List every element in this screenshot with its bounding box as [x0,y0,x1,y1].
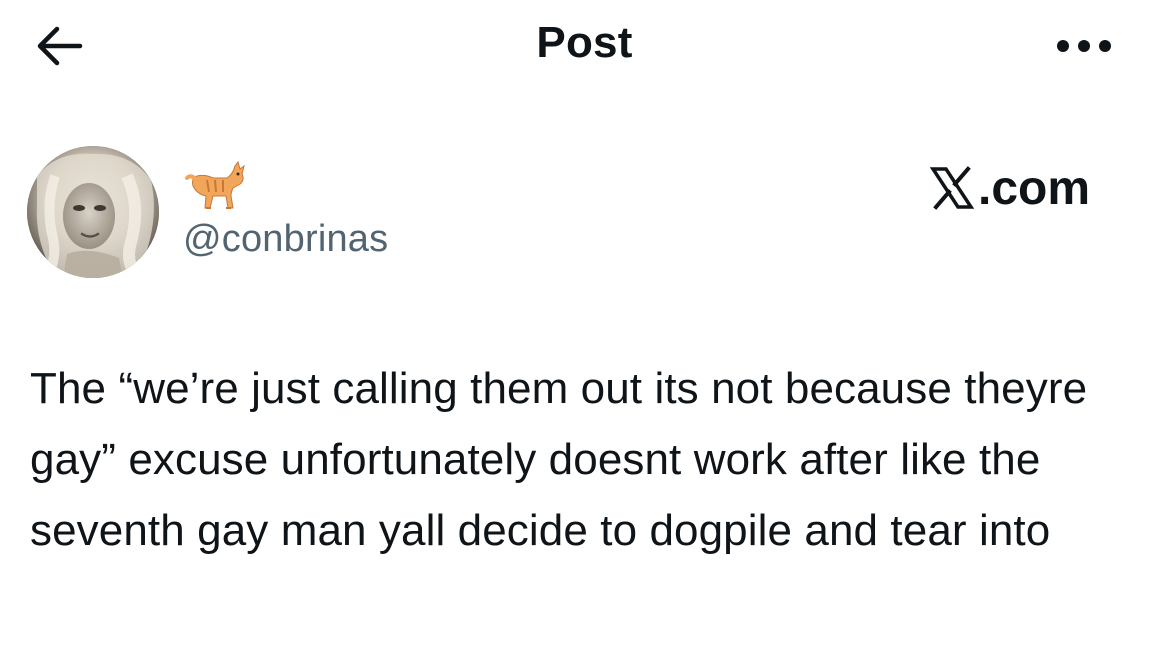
avatar[interactable] [27,146,159,278]
author-handle[interactable]: @conbrinas [183,218,388,261]
post-text: The “we’re just calling them out its not… [30,364,1088,555]
cat-emoji [185,160,245,209]
page-title: Post [536,18,633,67]
x-logo-icon [930,166,974,210]
avatar-photo [27,146,159,278]
more-options-button[interactable] [1048,26,1120,66]
x-com-watermark: .com [930,160,1120,216]
watermark-text: .com [978,161,1091,215]
top-bar: Post [0,0,1169,90]
more-horizontal-icon [1057,40,1111,52]
display-name[interactable] [183,152,247,216]
